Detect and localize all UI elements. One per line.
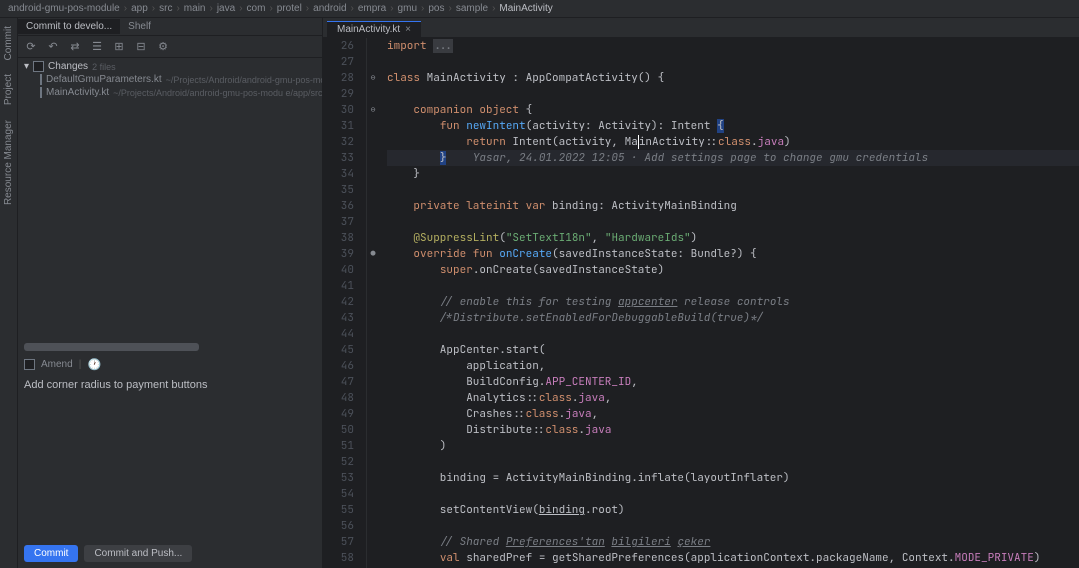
breadcrumb[interactable]: android-gmu-pos-module› app› src› main› … (0, 0, 1079, 18)
crumb[interactable]: pos (428, 3, 444, 14)
commit-message-input[interactable] (24, 379, 316, 537)
commit-tabs: Commit to develo... Shelf (18, 18, 322, 36)
checkbox[interactable] (40, 74, 42, 85)
commit-toolbar: ⟳ ↶ ⇄ ☰ ⊞ ⊟ ⚙ (18, 36, 322, 58)
left-rail: Commit Project Resource Manager (0, 18, 18, 568)
gutter-marks: ⊖⊖● (367, 38, 379, 568)
crumb[interactable]: app (131, 3, 148, 14)
changes-root[interactable]: ▾ Changes 2 files (18, 60, 322, 73)
amend-checkbox[interactable] (24, 359, 35, 370)
checkbox[interactable] (40, 87, 42, 98)
commit-push-button[interactable]: Commit and Push... (84, 545, 192, 562)
crumb[interactable]: gmu (398, 3, 417, 14)
editor-tab[interactable]: MainActivity.kt × (327, 21, 421, 37)
refresh-icon[interactable]: ⟳ (24, 40, 38, 54)
checkbox[interactable] (33, 61, 44, 72)
tab-commit[interactable]: Commit to develo... (18, 19, 120, 34)
gear-icon[interactable]: ⚙ (156, 40, 170, 54)
crumb[interactable]: java (217, 3, 235, 14)
crumb[interactable]: com (247, 3, 266, 14)
rollback-icon[interactable]: ↶ (46, 40, 60, 54)
editor: MainActivity.kt × 2627282930313233343536… (323, 18, 1079, 568)
diff-icon[interactable]: ⇄ (68, 40, 82, 54)
crumb[interactable]: sample (456, 3, 488, 14)
crumb[interactable]: src (159, 3, 172, 14)
close-icon[interactable]: × (405, 24, 411, 35)
crumb[interactable]: empra (358, 3, 386, 14)
editor-tabs: MainActivity.kt × (323, 18, 1079, 38)
amend-row: Amend | 🕐 (18, 353, 322, 375)
group-icon[interactable]: ⊞ (112, 40, 126, 54)
commit-buttons: Commit Commit and Push... (18, 541, 322, 568)
commit-panel: Commit to develo... Shelf ⟳ ↶ ⇄ ☰ ⊞ ⊟ ⚙ … (18, 18, 323, 568)
crumb[interactable]: android-gmu-pos-module (8, 3, 120, 14)
crumb[interactable]: protel (277, 3, 302, 14)
tab-shelf[interactable]: Shelf (120, 19, 159, 34)
editor-tab-label: MainActivity.kt (337, 24, 400, 35)
horizontal-scrollbar[interactable] (24, 343, 316, 351)
rail-commit[interactable]: Commit (3, 22, 14, 64)
rail-resource-manager[interactable]: Resource Manager (3, 116, 14, 209)
commit-button[interactable]: Commit (24, 545, 78, 562)
changelist-icon[interactable]: ☰ (90, 40, 104, 54)
history-icon[interactable]: 🕐 (87, 357, 101, 371)
gutter[interactable]: 2627282930313233343536373839404142434445… (323, 38, 367, 568)
commit-message (18, 375, 322, 541)
expand-icon[interactable]: ⊟ (134, 40, 148, 54)
code-area[interactable]: 2627282930313233343536373839404142434445… (323, 38, 1079, 568)
crumb[interactable]: main (184, 3, 206, 14)
source[interactable]: import ...class MainActivity : AppCompat… (379, 38, 1079, 568)
file-row[interactable]: DefaultGmuParameters.kt ~/Projects/Andro… (18, 73, 322, 86)
rail-project[interactable]: Project (3, 70, 14, 109)
crumb[interactable]: android (313, 3, 346, 14)
file-row[interactable]: MainActivity.kt ~/Projects/Android/andro… (18, 86, 322, 99)
changes-tree: ▾ Changes 2 files DefaultGmuParameters.k… (18, 58, 322, 101)
crumb-current[interactable]: MainActivity (499, 3, 552, 14)
amend-label: Amend (41, 359, 73, 370)
